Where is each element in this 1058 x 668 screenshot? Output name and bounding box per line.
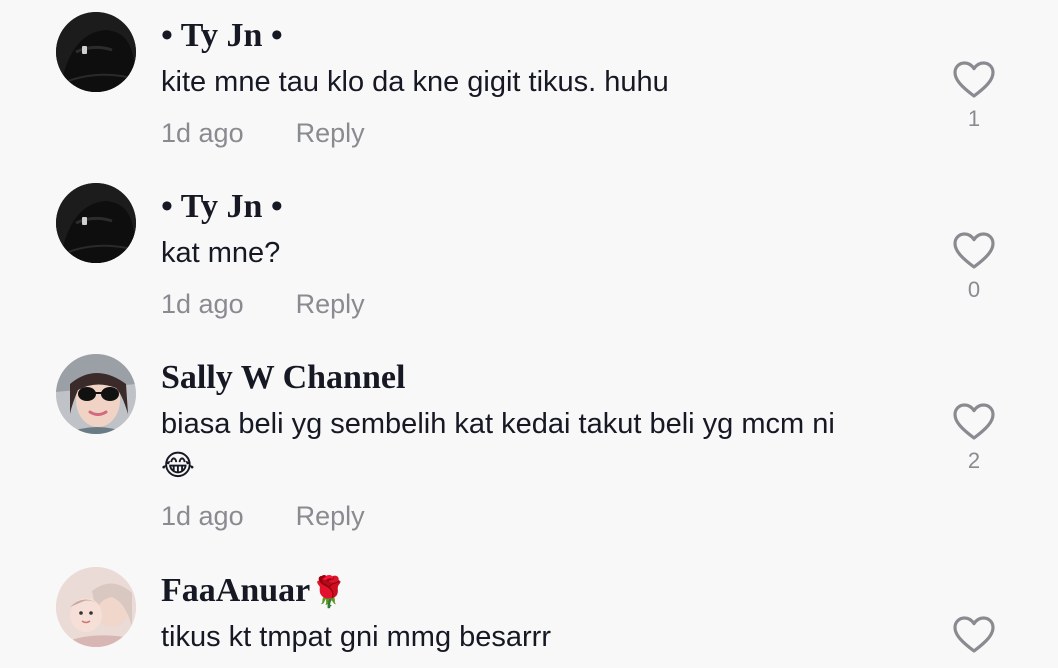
- comment-meta: 1d ago Reply: [161, 498, 365, 534]
- avatar[interactable]: [56, 567, 136, 647]
- comment-text: tikus kt tmpat gni mmg besarrr: [161, 621, 551, 653]
- comment-username[interactable]: FaaAnuar🌹: [161, 569, 348, 615]
- heart-icon[interactable]: [952, 615, 996, 655]
- reply-button[interactable]: Reply: [296, 501, 365, 531]
- rose-emoji: 🌹: [310, 576, 348, 610]
- laughing-emoji: 😂: [161, 449, 195, 482]
- reply-button[interactable]: Reply: [296, 118, 365, 148]
- comment-username[interactable]: • Ty Jn •: [161, 14, 283, 58]
- heart-icon[interactable]: [952, 402, 996, 442]
- woman-sunglasses-avatar-icon: [56, 354, 136, 434]
- comment-meta: 1d ago Reply: [161, 286, 365, 322]
- comment-time: 1d ago: [161, 118, 244, 148]
- like-count: 0: [967, 277, 981, 302]
- comment-time: 1d ago: [161, 501, 244, 531]
- comment-username-text: FaaAnuar: [161, 572, 311, 609]
- avatar[interactable]: [56, 12, 136, 92]
- comment-text: kat mne?: [161, 237, 281, 269]
- comment-text: kite mne tau klo da kne gigit tikus. huh…: [161, 66, 669, 98]
- comment-text: biasa beli yg sembelih kat kedai takut b…: [161, 404, 921, 487]
- comment-meta: 1d ago Reply: [161, 115, 365, 151]
- comment-time: 1d ago: [161, 289, 244, 319]
- like-control: 0: [952, 231, 996, 303]
- dark-bag-avatar-icon: [56, 12, 136, 92]
- heart-icon[interactable]: [952, 60, 996, 100]
- comment-username[interactable]: • Ty Jn •: [161, 185, 283, 229]
- reply-button[interactable]: Reply: [296, 289, 365, 319]
- heart-icon[interactable]: [952, 231, 996, 271]
- like-control: 1: [952, 60, 996, 132]
- like-count: 1: [967, 106, 981, 131]
- comment-username[interactable]: Sally W Channel: [161, 356, 405, 400]
- like-control: [952, 615, 996, 655]
- like-control: 2: [952, 402, 996, 474]
- comment-text-body: biasa beli yg sembelih kat kedai takut b…: [161, 408, 835, 440]
- dark-bag-avatar-icon: [56, 183, 136, 263]
- avatar[interactable]: [56, 354, 136, 434]
- avatar[interactable]: [56, 183, 136, 263]
- like-count: 2: [967, 448, 981, 473]
- mother-baby-avatar-icon: [56, 567, 136, 647]
